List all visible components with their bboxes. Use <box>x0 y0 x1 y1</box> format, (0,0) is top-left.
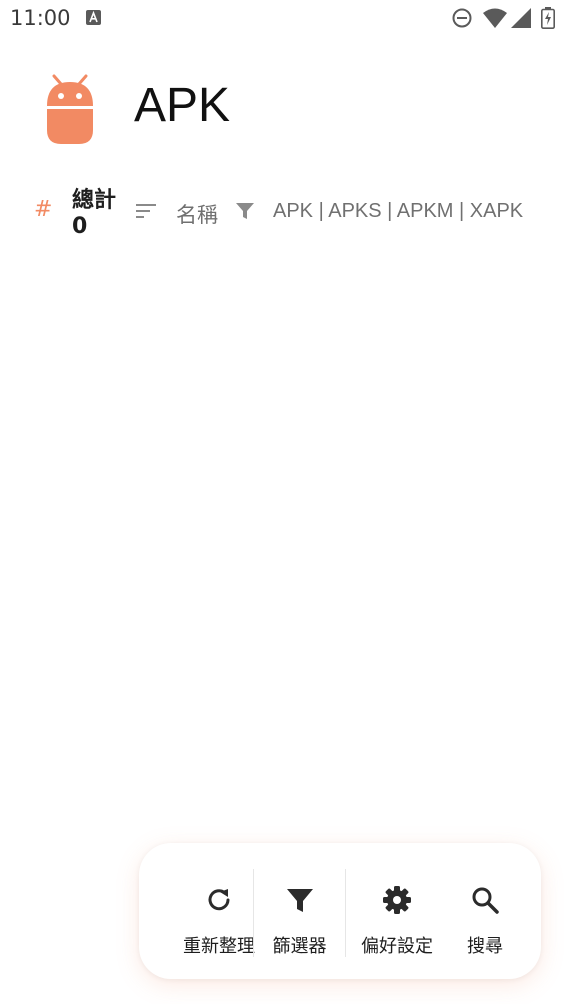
wifi-icon <box>483 8 507 28</box>
total-label: 總計 <box>72 188 117 213</box>
search-label: 搜尋 <box>467 936 503 957</box>
filter-icon <box>286 889 313 912</box>
preferences-button[interactable]: 偏好設定 <box>346 843 448 979</box>
search-icon <box>472 887 499 914</box>
filter-button[interactable]: 篩選器 <box>254 843 345 979</box>
cell-signal-icon <box>511 8 531 28</box>
android-icon <box>47 74 93 144</box>
filter-label: 篩選器 <box>272 936 327 957</box>
gear-icon <box>383 886 411 914</box>
info-row: # 總計 0 名稱 APK | APKS | APKM | XAPK <box>0 180 565 250</box>
filter-icon[interactable] <box>235 201 255 221</box>
total-count: 0 <box>72 214 88 239</box>
bottom-toolbar: 重新整理 篩選器 偏好設定 搜尋 <box>139 843 541 979</box>
a-notification-icon <box>86 10 101 25</box>
sort-label[interactable]: 名稱 <box>176 199 218 229</box>
preferences-label: 偏好設定 <box>361 936 433 957</box>
battery-charging-icon <box>541 7 555 29</box>
status-bar: 11:00 <box>0 0 565 38</box>
hash-icon: # <box>34 197 53 222</box>
app-title: APK <box>134 79 231 132</box>
search-button[interactable]: 搜尋 <box>448 843 522 979</box>
status-time: 11:00 <box>10 6 71 30</box>
do-not-disturb-icon <box>452 8 472 28</box>
refresh-icon <box>208 889 230 911</box>
sort-icon[interactable] <box>136 202 158 220</box>
filter-types[interactable]: APK | APKS | APKM | XAPK <box>273 200 523 223</box>
